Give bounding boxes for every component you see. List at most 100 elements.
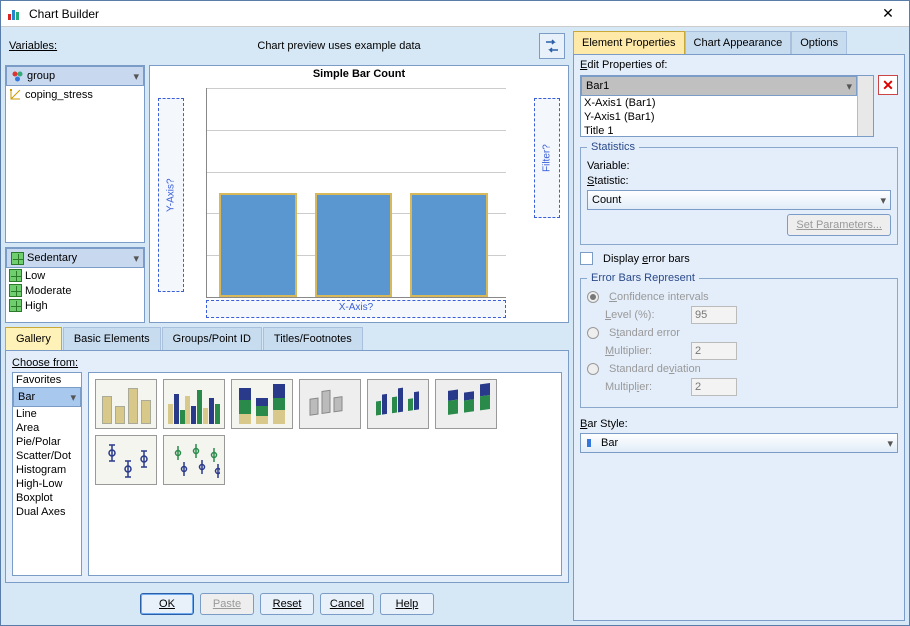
variable-item[interactable]: group: [6, 66, 144, 86]
edit-properties-list[interactable]: Bar1 X-Axis1 (Bar1) Y-Axis1 (Bar1) Title…: [580, 75, 874, 137]
thumb-simple-bar[interactable]: [95, 379, 157, 429]
variable-name: group: [27, 70, 55, 82]
ci-level-label: Level (%):: [605, 309, 685, 321]
tab-gallery[interactable]: Gallery: [5, 327, 62, 350]
se-label: Standard error: [609, 327, 680, 339]
edit-item[interactable]: Bar1: [581, 76, 857, 96]
chart-type-item[interactable]: Pie/Polar: [13, 435, 81, 449]
bar-style-select[interactable]: Bar: [580, 433, 898, 453]
variable-label: Variable:: [587, 160, 667, 172]
window-title: Chart Builder: [29, 7, 873, 21]
edit-list-scrollbar[interactable]: [857, 76, 873, 136]
thumb-stacked-bar[interactable]: [231, 379, 293, 429]
variable-name: coping_stress: [25, 89, 93, 101]
variables-list[interactable]: group coping_stress: [5, 65, 145, 243]
bar-style-row: Bar Style: Bar: [580, 418, 898, 453]
tab-titles-footnotes[interactable]: Titles/Footnotes: [263, 327, 363, 350]
plot-area: [206, 88, 506, 298]
ci-radio: [587, 291, 599, 303]
statistics-legend: Statistics: [587, 141, 639, 153]
reset-button[interactable]: Reset: [260, 593, 314, 615]
category-icon: [9, 269, 22, 282]
category-item[interactable]: Sedentary: [6, 248, 144, 268]
error-bars-group: Error Bars Represent Confidence interval…: [580, 272, 898, 408]
app-icon: [7, 6, 23, 22]
cancel-button[interactable]: Cancel: [320, 593, 374, 615]
yaxis-dropzone[interactable]: Y-Axis?: [158, 98, 184, 292]
categories-list[interactable]: Sedentary Low Moderate High: [5, 247, 145, 323]
chart-title: Simple Bar Count: [150, 68, 568, 80]
xaxis-dropzone[interactable]: X-Axis?: [206, 300, 506, 318]
se-radio: [587, 327, 599, 339]
chart-type-item[interactable]: Area: [13, 421, 81, 435]
chart-type-item[interactable]: Favorites: [13, 373, 81, 387]
tab-chart-appearance[interactable]: Chart Appearance: [685, 31, 792, 54]
thumb-simple-error[interactable]: [95, 435, 157, 485]
ok-button[interactable]: OK: [140, 593, 194, 615]
chart-type-item[interactable]: Dual Axes: [13, 505, 81, 519]
category-icon: [11, 252, 24, 265]
left-panel: Variables: Chart preview uses example da…: [5, 31, 569, 621]
element-properties-panel: Edit Properties of: Bar1 X-Axis1 (Bar1) …: [573, 54, 905, 621]
bars-area: [206, 88, 506, 298]
chart-preview-canvas[interactable]: Simple Bar Count Y-Axis? Filter?: [149, 65, 569, 323]
edit-item[interactable]: Title 1: [581, 124, 857, 136]
delete-element-button[interactable]: ✕: [878, 75, 898, 95]
close-button[interactable]: ✕: [873, 5, 903, 23]
error-bars-legend: Error Bars Represent: [587, 272, 699, 284]
thumb-3d-bar[interactable]: [299, 379, 361, 429]
gallery-panel: Choose from: Favorites Bar Line Area Pie…: [5, 351, 569, 583]
category-item[interactable]: High: [6, 298, 144, 313]
paste-button: Paste: [200, 593, 254, 615]
category-item[interactable]: Moderate: [6, 283, 144, 298]
tab-options[interactable]: Options: [791, 31, 847, 54]
chart-type-item[interactable]: Boxplot: [13, 491, 81, 505]
sd-mult-input: [691, 378, 737, 396]
display-error-bars-label: Display error bars: [603, 253, 690, 265]
category-icon: [9, 299, 22, 312]
preview-label: Chart preview uses example data: [139, 40, 539, 52]
sd-label: Standard deviation: [609, 363, 701, 375]
display-error-bars-row[interactable]: Display error bars: [580, 252, 898, 265]
se-mult-label: Multiplier:: [605, 345, 685, 357]
choose-from-label: Choose from:: [12, 357, 562, 369]
thumb-3d-stacked[interactable]: [435, 379, 497, 429]
filter-dropzone[interactable]: Filter?: [534, 98, 560, 218]
lower-tabbar: Gallery Basic Elements Groups/Point ID T…: [5, 327, 569, 351]
chart-type-item[interactable]: Bar: [13, 387, 81, 407]
titlebar: Chart Builder ✕: [1, 1, 909, 27]
chart-type-item[interactable]: High-Low: [13, 477, 81, 491]
chart-thumbs: [88, 372, 562, 576]
right-panel: Element Properties Chart Appearance Opti…: [573, 31, 905, 621]
statistic-select[interactable]: Count: [587, 190, 891, 210]
tab-element-properties[interactable]: Element Properties: [573, 31, 685, 54]
scale-icon: [9, 88, 22, 101]
nominal-icon: [11, 70, 24, 83]
edit-item[interactable]: Y-Axis1 (Bar1): [581, 110, 857, 124]
chart-type-item[interactable]: Line: [13, 407, 81, 421]
bar-style-icon: [585, 437, 597, 449]
tab-groups-point-id[interactable]: Groups/Point ID: [162, 327, 262, 350]
tab-basic-elements[interactable]: Basic Elements: [63, 327, 161, 350]
chart-type-list[interactable]: Favorites Bar Line Area Pie/Polar Scatte…: [12, 372, 82, 576]
swap-icon: [543, 37, 561, 55]
bar-style-label: Bar Style:: [580, 418, 898, 430]
display-error-bars-checkbox[interactable]: [580, 252, 593, 265]
edit-properties-label: Edit Properties of:: [580, 59, 898, 71]
edit-item[interactable]: X-Axis1 (Bar1): [581, 96, 857, 110]
variable-item[interactable]: coping_stress: [6, 86, 144, 103]
category-icon: [9, 284, 22, 297]
statistics-group: Statistics Variable: Statistic: Count Se…: [580, 141, 898, 245]
thumb-clustered-error[interactable]: [163, 435, 225, 485]
thumb-clustered-bar[interactable]: [163, 379, 225, 429]
mid-row: group coping_stress Sedentary Low Modera…: [5, 65, 569, 323]
set-parameters-button: Set Parameters...: [787, 214, 891, 236]
swap-axes-button[interactable]: [539, 33, 565, 59]
category-item[interactable]: Low: [6, 268, 144, 283]
chart-type-item[interactable]: Scatter/Dot: [13, 449, 81, 463]
chart-type-item[interactable]: Histogram: [13, 463, 81, 477]
statistic-label: Statistic:: [587, 175, 667, 187]
help-button[interactable]: Help: [380, 593, 434, 615]
thumb-3d-clustered[interactable]: [367, 379, 429, 429]
variables-column: group coping_stress Sedentary Low Modera…: [5, 65, 145, 323]
